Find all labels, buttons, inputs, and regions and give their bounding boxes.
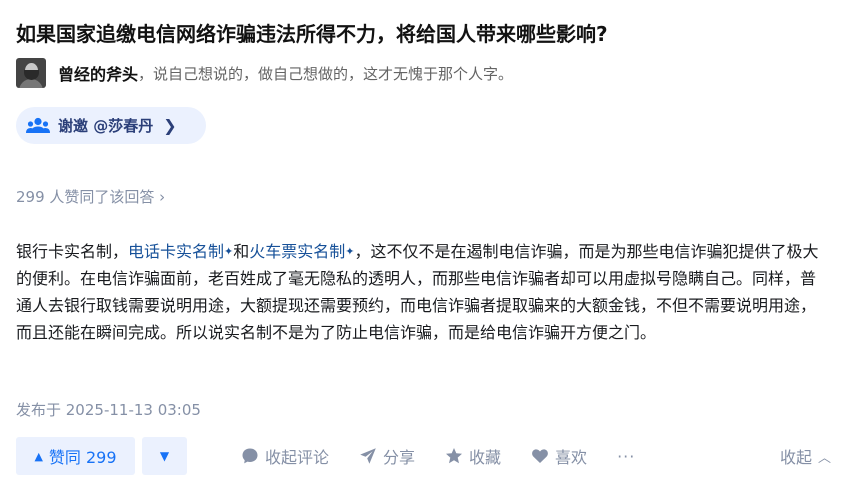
heart-icon xyxy=(532,449,548,463)
author-row: 曾经的斧头 ，说自己想说的，做自己想做的，这才无愧于那个人字。 xyxy=(16,57,513,89)
invite-button[interactable]: 谢邀 @莎春丹 ❯ xyxy=(16,107,206,144)
content-text-1: 银行卡实名制， xyxy=(16,242,129,261)
chevron-up-icon: ︿ xyxy=(817,450,831,466)
downvote-button[interactable]: ▼ xyxy=(142,437,187,475)
more-icon: ··· xyxy=(617,446,636,466)
likes-summary[interactable]: 299 人赞同了该回答 › xyxy=(16,186,165,207)
author-name[interactable]: 曾经的斧头 xyxy=(58,61,138,85)
chevron-right-icon: ❯ xyxy=(163,116,177,135)
like-label: 喜欢 xyxy=(555,448,588,467)
sparkle-icon: ✦ xyxy=(345,245,355,258)
more-button[interactable]: ··· xyxy=(617,447,635,466)
publish-time[interactable]: 发布于 2025-11-13 03:05 xyxy=(16,399,201,420)
favorite-button[interactable]: 收藏 xyxy=(445,444,501,468)
avatar[interactable] xyxy=(16,58,46,88)
share-label: 分享 xyxy=(383,448,416,467)
collapse-button[interactable]: 收起 ︿ xyxy=(780,444,831,468)
share-icon xyxy=(360,448,376,464)
sparkle-icon: ✦ xyxy=(224,245,234,258)
collapse-label: 收起 xyxy=(779,448,812,467)
invite-label: 谢邀 @莎春丹 xyxy=(58,117,154,135)
comment-label: 收起评论 xyxy=(265,448,330,467)
action-bar: ▲ 赞同 299 ▼ 收起评论 分享 收藏 喜欢 ··· 收起 ︿ xyxy=(16,437,831,475)
triangle-up-icon: ▲ xyxy=(34,449,43,463)
content-text-and: 和 xyxy=(233,242,250,261)
answer-content: 银行卡实名制，电话卡实名制✦和火车票实名制✦，这不仅不是在遏制电信诈骗，而是为那… xyxy=(16,238,831,346)
favorite-label: 收藏 xyxy=(469,448,502,467)
triangle-down-icon: ▼ xyxy=(159,449,170,463)
share-button[interactable]: 分享 xyxy=(359,444,415,468)
author-bio: ，说自己想说的，做自己想做的，这才无愧于那个人字。 xyxy=(138,64,514,83)
like-button[interactable]: 喜欢 xyxy=(531,444,587,468)
comment-icon xyxy=(242,448,258,464)
upvote-label: 赞同 299 xyxy=(48,448,117,467)
question-title[interactable]: 如果国家追缴电信网络诈骗违法所得不力，将给国人带来哪些影响? xyxy=(16,18,608,47)
upvote-button[interactable]: ▲ 赞同 299 xyxy=(16,437,135,475)
people-icon xyxy=(26,117,50,133)
content-link-train-realname[interactable]: 火车票实名制 xyxy=(249,242,345,261)
content-link-phone-realname[interactable]: 电话卡实名制 xyxy=(128,242,224,261)
star-icon xyxy=(446,448,463,464)
collapse-comments-button[interactable]: 收起评论 xyxy=(241,444,329,468)
